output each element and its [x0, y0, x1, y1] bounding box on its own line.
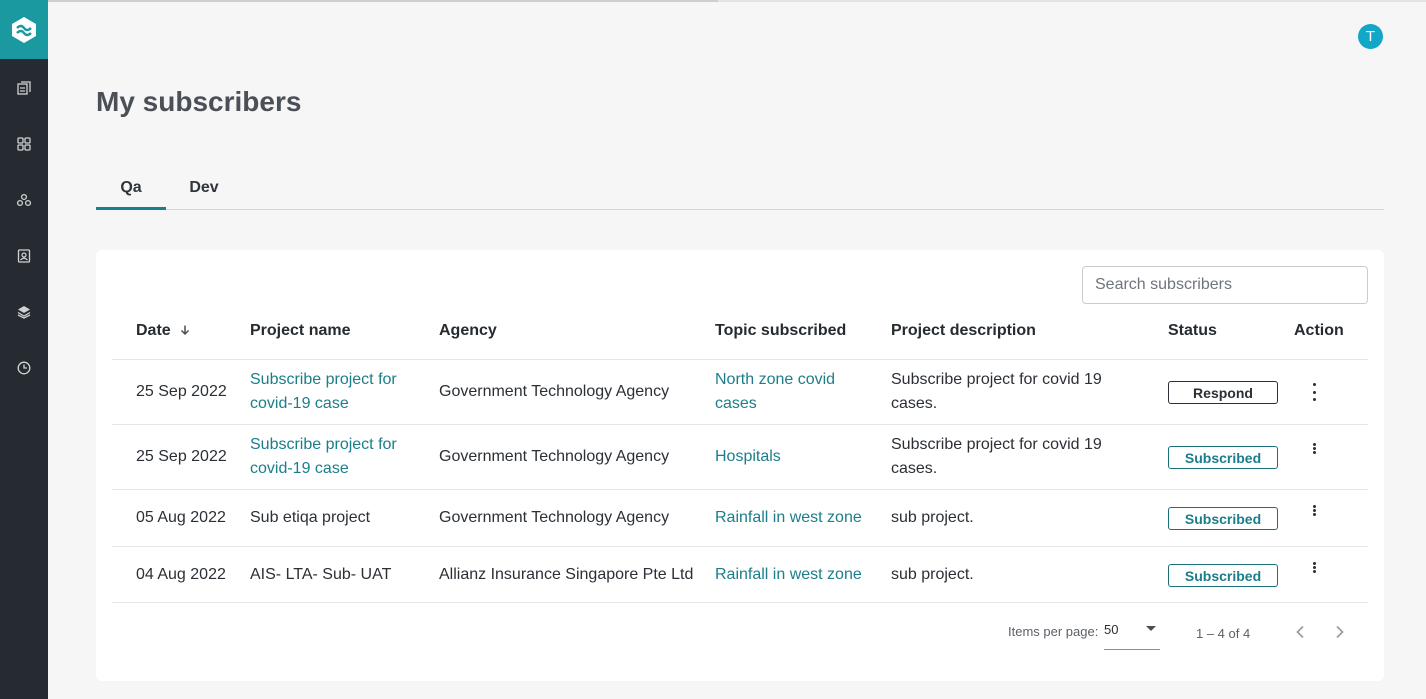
cell-date: 25 Sep 2022 — [136, 448, 227, 465]
topic-link[interactable]: Rainfall in west zone — [715, 506, 862, 530]
project-name-link[interactable]: Subscribe project for covid-19 case — [250, 368, 397, 416]
header-project-name: Project name — [250, 322, 351, 339]
page-title: My subscribers — [96, 86, 302, 117]
description-line: Subscribe project for covid 19 — [891, 371, 1102, 388]
table-bottom-divider — [112, 602, 1368, 603]
documents-icon — [17, 81, 31, 95]
next-page-button[interactable] — [1330, 622, 1350, 642]
table-row: 25 Sep 2022 Subscribe project for covid-… — [112, 424, 1368, 489]
cell-agency: Allianz Insurance Singapore Pte Ltd — [439, 566, 694, 583]
topic-link[interactable]: Rainfall in west zone — [715, 563, 862, 587]
sidebar-item-layers[interactable] — [14, 302, 34, 322]
topic-link[interactable]: Hospitals — [715, 445, 781, 469]
contacts-icon — [17, 249, 31, 263]
items-per-page-select[interactable]: 50 — [1104, 616, 1160, 650]
header-description: Project description — [891, 322, 1036, 339]
header-status: Status — [1168, 322, 1217, 339]
more-vert-icon[interactable] — [1309, 505, 1319, 516]
description-line: cases. — [891, 395, 938, 412]
description-line: cases. — [891, 460, 938, 477]
status-badge: Subscribed — [1168, 507, 1278, 530]
pagination-range: 1 – 4 of 4 — [1196, 626, 1251, 641]
more-vert-icon[interactable] — [1309, 562, 1319, 573]
cell-date: 04 Aug 2022 — [136, 566, 226, 583]
tab-qa[interactable]: Qa — [96, 166, 166, 210]
cell-description: sub project. — [891, 566, 974, 583]
cell-description: Subscribe project for covid 19 cases. — [891, 433, 1102, 481]
items-per-page-value: 50 — [1104, 622, 1119, 637]
project-name-line: covid-19 case — [250, 395, 349, 412]
table-row: 05 Aug 2022 Sub etiqa project Government… — [112, 489, 1368, 546]
more-vert-icon[interactable] — [1309, 443, 1319, 454]
status-badge: Subscribed — [1168, 446, 1278, 469]
project-name-line: covid-19 case — [250, 460, 349, 477]
project-name-line: Subscribe project for — [250, 371, 397, 388]
subscribers-card: Date Project name Agency Topic subscribe… — [96, 250, 1384, 681]
topic-line: North zone covid — [715, 371, 836, 388]
table-row: 25 Sep 2022 Subscribe project for covid-… — [112, 359, 1368, 424]
previous-page-button[interactable] — [1290, 622, 1310, 642]
topic-link[interactable]: North zone covid cases — [715, 368, 835, 416]
layers-icon — [17, 306, 31, 319]
cell-date: 25 Sep 2022 — [136, 383, 227, 400]
tab-bar: Qa Dev — [96, 166, 1384, 210]
more-vert-icon[interactable] — [1309, 383, 1319, 401]
project-name-link[interactable]: Subscribe project for covid-19 case — [250, 433, 397, 481]
cell-date: 05 Aug 2022 — [136, 509, 226, 526]
cell-project-name: AIS- LTA- Sub- UAT — [250, 566, 392, 583]
search-input[interactable] — [1082, 266, 1368, 304]
user-avatar[interactable]: T — [1358, 24, 1383, 49]
sidebar-item-dashboard[interactable] — [14, 134, 34, 154]
arrow-down-icon — [181, 325, 190, 336]
status-badge: Subscribed — [1168, 564, 1278, 587]
clock-icon — [17, 361, 31, 375]
sidebar-item-contacts[interactable] — [14, 246, 34, 266]
network-icon — [17, 193, 31, 207]
items-per-page-label: Items per page: — [1008, 624, 1099, 639]
sidebar-item-network[interactable] — [14, 190, 34, 210]
header-date[interactable]: Date — [136, 322, 191, 340]
sidebar — [0, 0, 48, 699]
top-progress-line — [48, 0, 1426, 2]
tab-dev[interactable]: Dev — [182, 166, 226, 209]
chevron-left-icon — [1296, 625, 1304, 639]
sidebar-item-documents[interactable] — [14, 78, 34, 98]
cell-agency: Government Technology Agency — [439, 509, 670, 526]
header-action: Action — [1294, 322, 1344, 339]
project-name-line: Subscribe project for — [250, 436, 397, 453]
cell-agency: Government Technology Agency — [439, 448, 670, 465]
description-line: Subscribe project for covid 19 — [891, 436, 1102, 453]
header-agency: Agency — [439, 322, 497, 339]
cell-agency: Government Technology Agency — [439, 383, 670, 400]
cell-description: Subscribe project for covid 19 cases. — [891, 368, 1102, 416]
app-logo[interactable] — [0, 0, 48, 59]
chevron-right-icon — [1336, 625, 1344, 639]
topic-line: cases — [715, 395, 757, 412]
logo-icon — [12, 16, 36, 43]
cell-project-name: Sub etiqa project — [250, 509, 371, 526]
grid-icon — [17, 137, 31, 151]
respond-button[interactable]: Respond — [1168, 381, 1278, 404]
cell-description: sub project. — [891, 509, 974, 526]
caret-down-icon — [1146, 626, 1156, 631]
table-row: 04 Aug 2022 AIS- LTA- Sub- UAT Allianz I… — [112, 546, 1368, 602]
sidebar-item-history[interactable] — [14, 358, 34, 378]
header-topic: Topic subscribed — [715, 322, 847, 339]
header-date-label: Date — [136, 322, 171, 339]
